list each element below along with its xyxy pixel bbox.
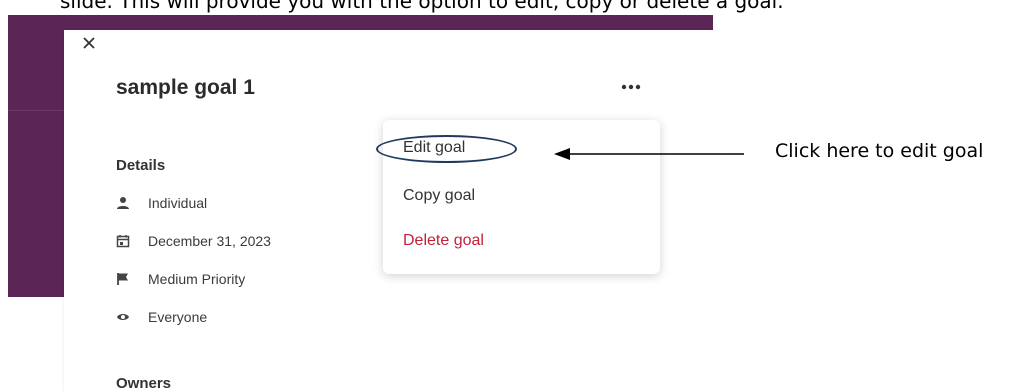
close-icon[interactable] — [82, 34, 96, 54]
flag-icon — [117, 273, 128, 285]
document-top-text: slide. This will provide you with the op… — [60, 0, 784, 13]
calendar-icon — [116, 235, 130, 248]
detail-type-label: Individual — [148, 195, 208, 211]
more-options-button[interactable] — [621, 74, 641, 95]
highlight-oval — [376, 135, 517, 163]
menu-item-copy-goal[interactable]: Copy goal — [403, 187, 475, 205]
person-icon — [117, 197, 129, 209]
detail-row-type: Individual — [116, 192, 207, 214]
details-heading: Details — [116, 157, 166, 174]
detail-visibility-label: Everyone — [148, 309, 208, 325]
ellipsis-icon — [621, 84, 641, 90]
owners-heading: Owners — [116, 375, 172, 392]
detail-row-priority: Medium Priority — [116, 268, 245, 290]
callout-arrow — [554, 148, 744, 160]
close-glyph — [83, 37, 95, 49]
detail-row-due-date: December 31, 2023 — [116, 230, 271, 252]
detail-row-visibility: Everyone — [116, 306, 207, 328]
menu-item-delete-goal[interactable]: Delete goal — [403, 232, 484, 250]
callout-text: Click here to edit goal — [775, 140, 984, 162]
goal-title: sample goal 1 — [116, 76, 255, 99]
detail-priority-label: Medium Priority — [148, 271, 246, 287]
detail-due-date-label: December 31, 2023 — [148, 233, 271, 249]
eye-icon — [117, 314, 129, 320]
